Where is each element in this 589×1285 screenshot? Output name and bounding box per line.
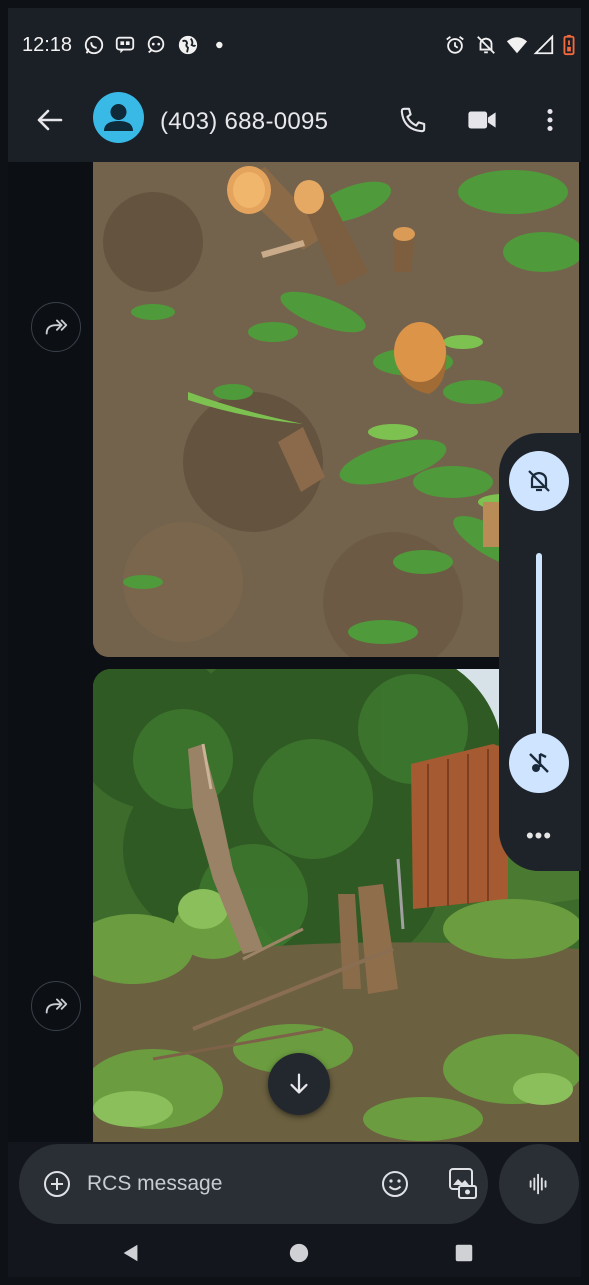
volume-level-fill (536, 553, 542, 743)
message-input[interactable] (87, 1169, 357, 1199)
chat-head-icon (145, 34, 167, 56)
signal-icon (533, 34, 555, 56)
more-vert-icon (547, 108, 553, 132)
message-list[interactable] (8, 162, 581, 1142)
voice-message-button[interactable] (499, 1144, 579, 1224)
ringer-mode-button[interactable] (509, 451, 569, 511)
ringer-off-icon (528, 470, 550, 492)
phone-icon (400, 107, 426, 133)
forward-message-button[interactable] (31, 302, 81, 352)
forward-icon (45, 319, 68, 335)
conversation-app-bar: (403) 688-0095 (8, 80, 581, 162)
status-time: 12:18 (22, 34, 73, 56)
media-volume-slider-thumb[interactable] (509, 733, 569, 793)
message-bubble-icon (114, 34, 136, 56)
wifi-icon (506, 34, 528, 56)
contact-avatar[interactable] (93, 92, 144, 143)
emoji-icon (382, 1171, 408, 1197)
contact-name[interactable]: (403) 688-0095 (160, 108, 328, 136)
arrow-down-icon (290, 1073, 308, 1094)
alarm-icon (444, 34, 466, 56)
battery-icon (558, 34, 580, 56)
dot-icon (212, 34, 234, 56)
voice-waveform-icon (529, 1173, 547, 1195)
more-options-button[interactable] (530, 100, 570, 140)
compose-area (8, 1142, 581, 1230)
status-bar: 12:18 (8, 8, 581, 80)
globe-icon (177, 34, 199, 56)
music-off-icon (529, 752, 549, 773)
phone-screen: 12:18 (403) 688-0095 ••• RCS message (8, 8, 581, 1277)
add-circle-icon (44, 1171, 70, 1197)
back-arrow-icon (37, 109, 63, 131)
home-circle-icon (289, 1243, 309, 1263)
gallery-button[interactable] (443, 1162, 483, 1204)
nav-recents-button[interactable] (449, 1238, 479, 1268)
whatsapp-icon (83, 34, 105, 56)
back-triangle-icon (123, 1244, 138, 1262)
gallery-icon (449, 1168, 477, 1199)
attach-button[interactable] (37, 1164, 77, 1204)
back-button[interactable] (30, 100, 70, 140)
scroll-to-bottom-button[interactable] (268, 1053, 330, 1115)
notifications-off-icon (475, 34, 497, 56)
system-nav-bar (8, 1230, 581, 1277)
forward-icon (45, 998, 68, 1014)
call-button[interactable] (393, 100, 433, 140)
emoji-button[interactable] (375, 1164, 415, 1204)
recents-square-icon (455, 1244, 473, 1262)
video-call-button[interactable] (462, 100, 502, 140)
volume-settings-button[interactable]: ••• (521, 818, 557, 854)
compose-box (19, 1144, 488, 1224)
video-call-icon (468, 111, 496, 129)
forward-message-button[interactable] (31, 981, 81, 1031)
person-icon (104, 104, 133, 131)
volume-panel: ••• (499, 433, 581, 871)
nav-home-button[interactable] (284, 1238, 314, 1268)
nav-back-button[interactable] (116, 1238, 146, 1268)
